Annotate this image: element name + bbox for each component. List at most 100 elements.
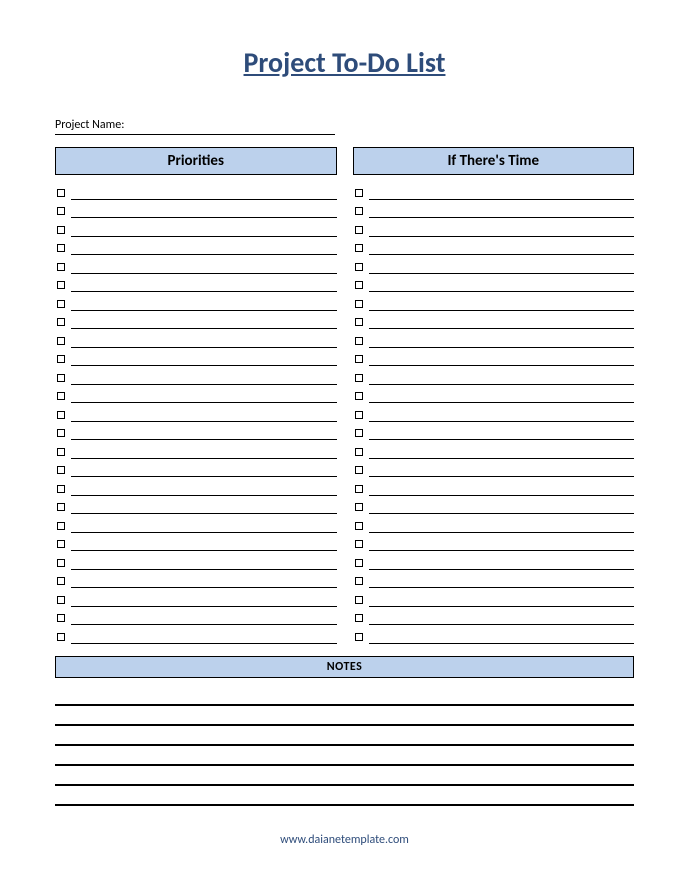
note-line[interactable] — [55, 706, 634, 726]
checkbox-icon[interactable] — [57, 226, 65, 234]
checkbox-icon[interactable] — [355, 633, 363, 641]
if-time-item-text[interactable] — [369, 311, 635, 330]
if-time-item-text[interactable] — [369, 459, 635, 478]
if-time-item-text[interactable] — [369, 607, 635, 626]
if-time-item-text[interactable] — [369, 422, 635, 441]
checkbox-icon[interactable] — [57, 540, 65, 548]
note-line[interactable] — [55, 746, 634, 766]
checkbox-icon[interactable] — [57, 189, 65, 197]
checkbox-icon[interactable] — [57, 559, 65, 567]
checkbox-icon[interactable] — [355, 448, 363, 456]
if-time-item-text[interactable] — [369, 255, 635, 274]
if-time-item-text[interactable] — [369, 366, 635, 385]
priorities-item-text[interactable] — [71, 514, 337, 533]
checkbox-icon[interactable] — [355, 577, 363, 585]
checkbox-icon[interactable] — [57, 392, 65, 400]
checkbox-icon[interactable] — [355, 392, 363, 400]
checkbox-icon[interactable] — [57, 633, 65, 641]
priorities-item-text[interactable] — [71, 496, 337, 515]
checkbox-icon[interactable] — [57, 281, 65, 289]
priorities-item-text[interactable] — [71, 237, 337, 256]
if-time-item-text[interactable] — [369, 588, 635, 607]
checkbox-icon[interactable] — [57, 244, 65, 252]
checkbox-icon[interactable] — [355, 207, 363, 215]
priorities-item-text[interactable] — [71, 440, 337, 459]
if-time-item-text[interactable] — [369, 496, 635, 515]
checkbox-icon[interactable] — [355, 596, 363, 604]
note-line[interactable] — [55, 686, 634, 706]
checkbox-icon[interactable] — [57, 318, 65, 326]
priorities-item-text[interactable] — [71, 385, 337, 404]
if-time-item-text[interactable] — [369, 348, 635, 367]
if-time-item-text[interactable] — [369, 403, 635, 422]
checkbox-icon[interactable] — [57, 485, 65, 493]
if-time-item-text[interactable] — [369, 218, 635, 237]
checkbox-icon[interactable] — [57, 355, 65, 363]
priorities-item-text[interactable] — [71, 274, 337, 293]
if-time-item-text[interactable] — [369, 181, 635, 200]
checkbox-icon[interactable] — [355, 263, 363, 271]
checkbox-icon[interactable] — [57, 411, 65, 419]
checkbox-icon[interactable] — [355, 466, 363, 474]
checkbox-icon[interactable] — [355, 374, 363, 382]
checkbox-icon[interactable] — [355, 614, 363, 622]
priorities-item-text[interactable] — [71, 403, 337, 422]
priorities-item-text[interactable] — [71, 422, 337, 441]
checkbox-icon[interactable] — [355, 337, 363, 345]
checkbox-icon[interactable] — [355, 411, 363, 419]
checkbox-icon[interactable] — [355, 244, 363, 252]
if-time-item-text[interactable] — [369, 533, 635, 552]
checkbox-icon[interactable] — [57, 448, 65, 456]
priorities-item-text[interactable] — [71, 366, 337, 385]
if-time-item-text[interactable] — [369, 237, 635, 256]
if-time-item-text[interactable] — [369, 200, 635, 219]
if-time-item-text[interactable] — [369, 292, 635, 311]
priorities-item-text[interactable] — [71, 329, 337, 348]
checkbox-icon[interactable] — [57, 466, 65, 474]
priorities-item-text[interactable] — [71, 625, 337, 644]
if-time-item-text[interactable] — [369, 440, 635, 459]
checkbox-icon[interactable] — [355, 559, 363, 567]
checkbox-icon[interactable] — [57, 429, 65, 437]
checkbox-icon[interactable] — [355, 318, 363, 326]
checkbox-icon[interactable] — [57, 577, 65, 585]
checkbox-icon[interactable] — [355, 429, 363, 437]
priorities-item-text[interactable] — [71, 181, 337, 200]
priorities-item-text[interactable] — [71, 551, 337, 570]
checkbox-icon[interactable] — [355, 355, 363, 363]
checkbox-icon[interactable] — [57, 522, 65, 530]
checkbox-icon[interactable] — [57, 596, 65, 604]
checkbox-icon[interactable] — [57, 374, 65, 382]
note-line[interactable] — [55, 726, 634, 746]
priorities-item-text[interactable] — [71, 477, 337, 496]
checkbox-icon[interactable] — [355, 522, 363, 530]
checkbox-icon[interactable] — [355, 300, 363, 308]
checkbox-icon[interactable] — [57, 503, 65, 511]
checkbox-icon[interactable] — [355, 189, 363, 197]
priorities-item-text[interactable] — [71, 348, 337, 367]
note-line[interactable] — [55, 766, 634, 786]
priorities-item-text[interactable] — [71, 200, 337, 219]
checkbox-icon[interactable] — [57, 614, 65, 622]
if-time-item-text[interactable] — [369, 514, 635, 533]
if-time-item-text[interactable] — [369, 551, 635, 570]
checkbox-icon[interactable] — [355, 226, 363, 234]
priorities-item-text[interactable] — [71, 292, 337, 311]
if-time-item-text[interactable] — [369, 625, 635, 644]
priorities-item-text[interactable] — [71, 570, 337, 589]
priorities-item-text[interactable] — [71, 218, 337, 237]
if-time-item-text[interactable] — [369, 570, 635, 589]
checkbox-icon[interactable] — [57, 263, 65, 271]
priorities-item-text[interactable] — [71, 459, 337, 478]
checkbox-icon[interactable] — [355, 281, 363, 289]
priorities-item-text[interactable] — [71, 311, 337, 330]
project-name-field[interactable]: Project Name: — [55, 118, 335, 135]
priorities-item-text[interactable] — [71, 588, 337, 607]
if-time-item-text[interactable] — [369, 329, 635, 348]
checkbox-icon[interactable] — [57, 207, 65, 215]
checkbox-icon[interactable] — [355, 503, 363, 511]
priorities-item-text[interactable] — [71, 607, 337, 626]
checkbox-icon[interactable] — [57, 300, 65, 308]
if-time-item-text[interactable] — [369, 385, 635, 404]
if-time-item-text[interactable] — [369, 477, 635, 496]
